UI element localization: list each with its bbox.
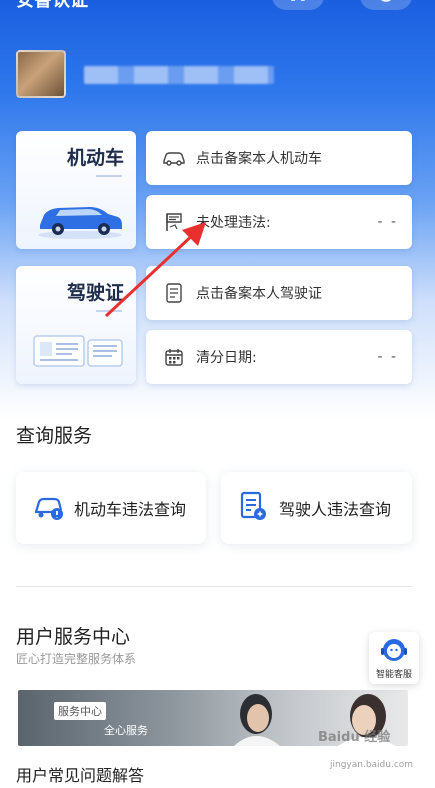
vehicle-violation-query-button[interactable]: 机动车违法查询 [16, 472, 206, 544]
driver-violation-query-button[interactable]: 驾驶人违法查询 [221, 472, 412, 544]
register-vehicle-row[interactable]: 点击备案本人机动车 [146, 131, 412, 185]
clear-date-value: - - [377, 349, 398, 365]
banner-text: 全心服务 [104, 724, 148, 737]
section-divider [16, 586, 412, 587]
avatar[interactable] [16, 50, 66, 98]
service-center-subtitle: 匠心打造完整服务体系 [16, 652, 137, 666]
car-icon [162, 147, 186, 169]
vehicle-violation-query-label: 机动车违法查询 [74, 500, 187, 519]
query-services-title: 查询服务 [16, 425, 93, 447]
menu-button[interactable] [360, 0, 412, 10]
driver-violation-icon [237, 490, 269, 526]
service-center-title: 用户服务中心 [16, 626, 131, 648]
driver-violation-query-label: 驾驶人违法查询 [279, 500, 392, 519]
scan-icon [290, 0, 306, 6]
license-illustration-icon [30, 330, 126, 374]
calendar-icon [162, 346, 186, 368]
menu-icon [377, 0, 395, 7]
clear-date-row[interactable]: 清分日期: - - [146, 330, 412, 384]
scan-button[interactable] [272, 0, 324, 10]
customer-service-avatar-icon [380, 636, 408, 670]
violations-value: - - [377, 214, 398, 230]
customer-service-label: 智能客服 [375, 670, 412, 680]
annotation-arrow-icon [100, 212, 220, 326]
vehicle-card-title: 机动车 [66, 147, 124, 169]
faq-title: 用户常见问题解答 [16, 766, 145, 785]
clear-date-label: 清分日期: [196, 350, 257, 366]
watermark: Baidu 经验 [318, 730, 391, 745]
register-vehicle-label: 点击备案本人机动车 [196, 151, 322, 167]
car-violation-icon [32, 490, 64, 526]
banner-tag: 服务中心 [54, 702, 106, 720]
smart-customer-service-button[interactable]: 智能客服 [369, 632, 419, 684]
divider [96, 175, 122, 177]
page-title: 安鲁认证 [16, 0, 88, 11]
user-name-masked [84, 66, 274, 84]
watermark-sub: jingyan.baidu.com [330, 760, 414, 770]
